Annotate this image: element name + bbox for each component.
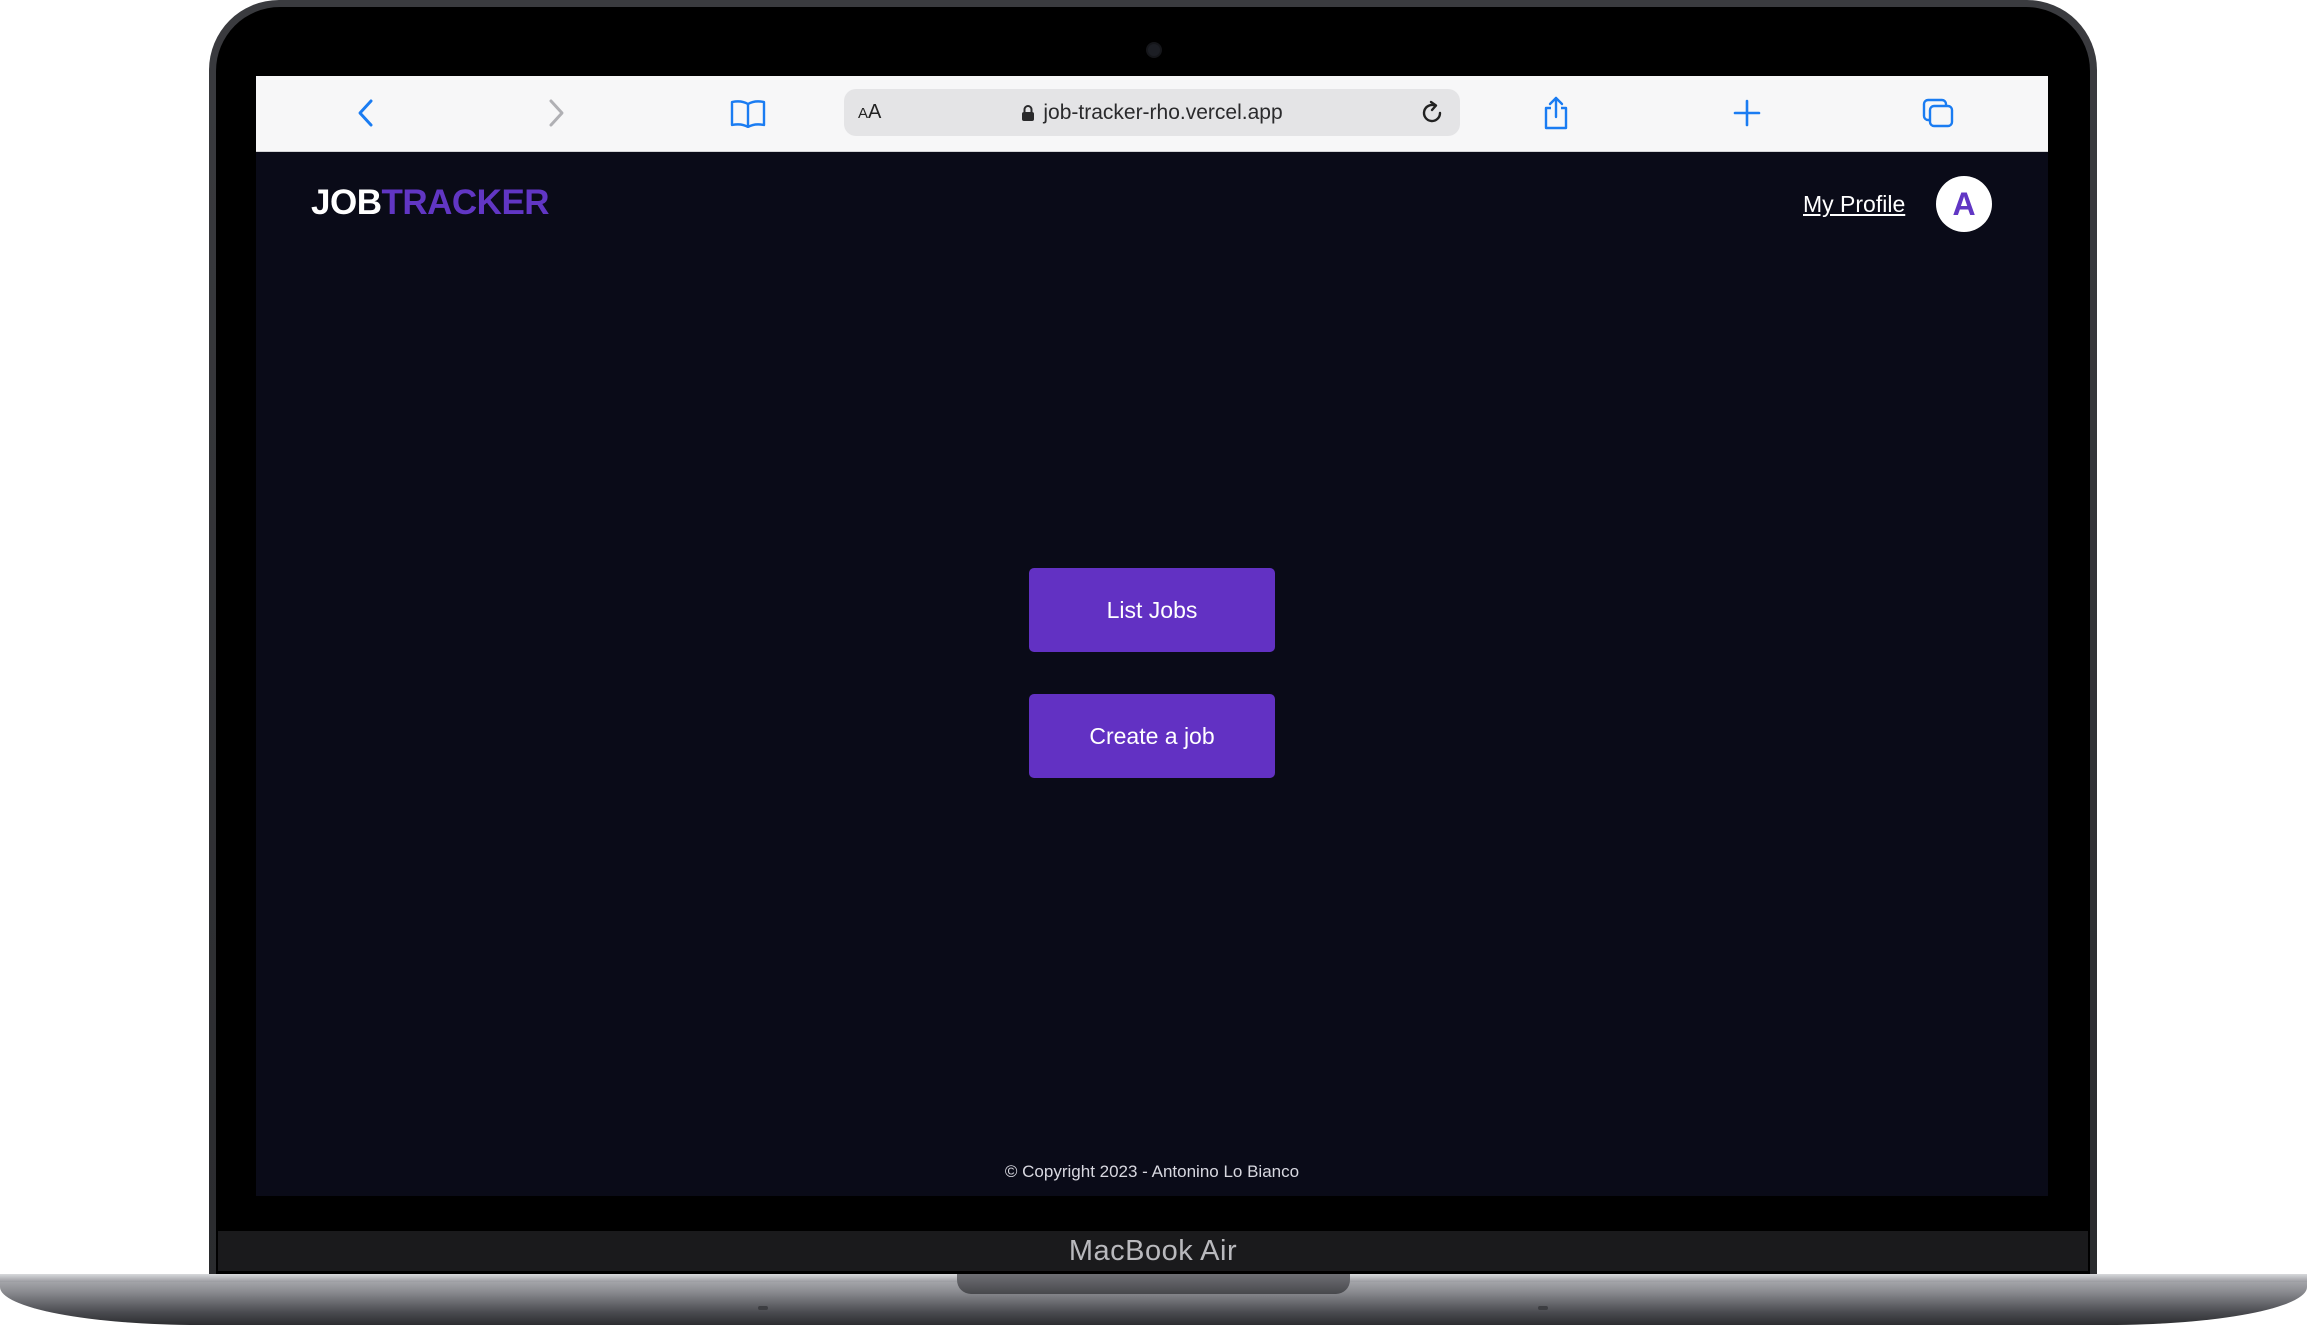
address-bar[interactable]: AA job-tracker-rho.vercel.app	[844, 89, 1460, 136]
lock-icon	[1022, 104, 1035, 121]
screen: AA job-tracker-rho.vercel.app JOBTRACKER…	[256, 76, 2048, 1196]
avatar[interactable]: A	[1936, 176, 1992, 232]
laptop-hinge-notch	[957, 1274, 1350, 1294]
new-tab-icon[interactable]	[1725, 91, 1769, 135]
back-icon[interactable]	[344, 91, 388, 135]
browser-toolbar: AA job-tracker-rho.vercel.app	[256, 76, 2048, 152]
laptop-chin: MacBook Air	[218, 1231, 2088, 1271]
tabs-overview-icon[interactable]	[1916, 91, 1960, 135]
footer-copyright: © Copyright 2023 - Antonino Lo Bianco	[1004, 1162, 1300, 1181]
my-profile-link[interactable]: My Profile	[1803, 191, 1905, 218]
text-size-button[interactable]: AA	[858, 101, 881, 124]
url-text[interactable]: job-tracker-rho.vercel.app	[1043, 101, 1282, 125]
device-model-label: MacBook Air	[1068, 1235, 1238, 1267]
laptop-foot	[1538, 1306, 1548, 1310]
webcam	[1146, 42, 1162, 58]
bookmarks-icon[interactable]	[726, 91, 770, 135]
laptop-foot	[758, 1306, 768, 1310]
list-jobs-button[interactable]: List Jobs	[1029, 568, 1275, 652]
app-header: JOBTRACKER My Profile A	[256, 151, 2048, 261]
create-job-button[interactable]: Create a job	[1029, 694, 1275, 778]
share-icon[interactable]	[1534, 91, 1578, 135]
app-logo[interactable]: JOBTRACKER	[311, 183, 550, 223]
reload-icon[interactable]	[1418, 99, 1446, 132]
forward-icon[interactable]	[534, 91, 578, 135]
